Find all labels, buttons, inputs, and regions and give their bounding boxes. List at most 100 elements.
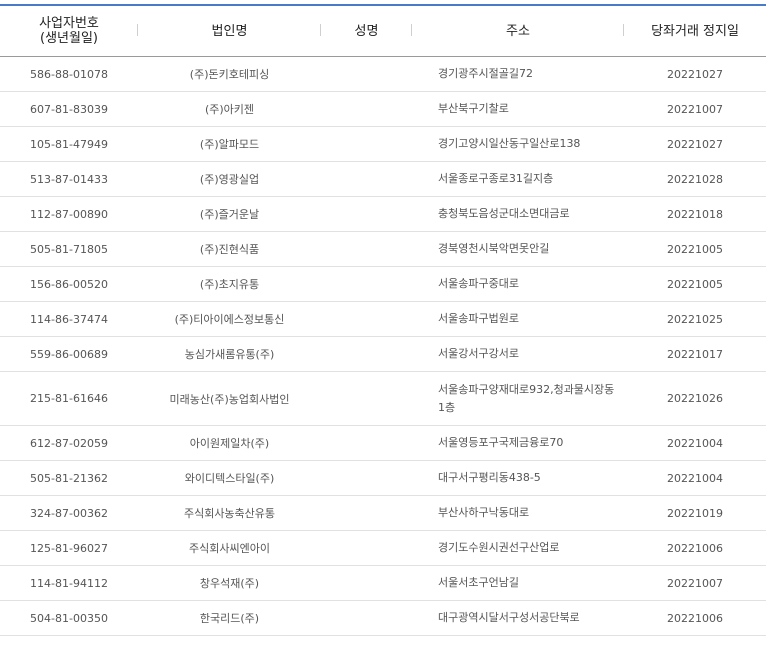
suspension-date-cell: 20221027 xyxy=(624,56,766,92)
bizno-cell-text: 505-81-21362 xyxy=(30,471,108,485)
bizno-cell: 105-81-47949 xyxy=(0,126,138,162)
table-row: 105-81-47949 (주)알파모드 경기고양시일산동구일산로138 202210… xyxy=(0,126,766,162)
suspension-date-cell-text: 20221028 xyxy=(667,172,723,186)
corp-name-cell-text: (주)진현식품 xyxy=(199,243,260,256)
suspension-date-cell-text: 20221027 xyxy=(667,137,723,151)
person-name-cell xyxy=(321,266,412,302)
bizno-cell: 324-87-00362 xyxy=(0,495,138,531)
address-cell: 충청북도음성군대소면대금로 xyxy=(412,196,624,232)
bizno-cell-text: 156-86-00520 xyxy=(30,277,108,291)
address-cell: 경기도수원시권선구산업로 xyxy=(412,530,624,566)
suspension-date-cell-text: 20221005 xyxy=(667,242,723,256)
address-cell-text: 서울서초구언남길 xyxy=(438,576,519,589)
suspension-date-cell: 20221018 xyxy=(624,196,766,232)
table-row: 607-81-83039 (주)아키젠 부산북구기찰로 20221007 xyxy=(0,91,766,127)
suspension-date-cell-text: 20221017 xyxy=(667,347,723,361)
person-name-cell xyxy=(321,460,412,496)
corp-name-cell: 아이원제일차(주) xyxy=(138,425,321,461)
corp-name-cell: 농심가새롬유통(주) xyxy=(138,336,321,372)
suspension-date-cell-text: 20221007 xyxy=(667,576,723,590)
bizno-cell: 215-81-61646 xyxy=(0,371,138,426)
address-cell-text: 부산북구기찰로 xyxy=(438,102,509,115)
table-row: 612-87-02059 아이원제일차(주) 서울영등포구국제금융로70 202210… xyxy=(0,425,766,461)
header-name: 성명 xyxy=(321,6,412,57)
bizno-cell-text: 114-81-94112 xyxy=(30,576,108,590)
person-name-cell xyxy=(321,336,412,372)
header-addr: 주소 xyxy=(412,6,624,57)
address-cell: 경기광주시절골길72 xyxy=(412,56,624,92)
header-bizno-line1: 사업자번호 xyxy=(39,16,99,31)
person-name-cell xyxy=(321,196,412,232)
bizno-cell-text: 504-81-00350 xyxy=(30,611,108,625)
corp-name-cell: (주)진현식품 xyxy=(138,231,321,267)
corp-name-cell: (주)알파모드 xyxy=(138,126,321,162)
person-name-cell xyxy=(321,126,412,162)
bizno-cell: 156-86-00520 xyxy=(0,266,138,302)
suspension-date-cell: 20221026 xyxy=(624,371,766,426)
person-name-cell xyxy=(321,425,412,461)
bizno-cell: 125-81-96027 xyxy=(0,530,138,566)
suspension-table-container: 사업자번호 (생년월일) 법인명 성명 주소 당좌거래 정지일 586-88-0… xyxy=(0,0,766,650)
suspension-date-cell: 20221025 xyxy=(624,301,766,337)
header-date-label: 당좌거래 정지일 xyxy=(651,23,739,39)
bizno-cell: 559-86-00689 xyxy=(0,336,138,372)
bizno-cell-text: 607-81-83039 xyxy=(30,102,108,116)
address-cell: 서울송파구양재대로932,청과물시장동1층 xyxy=(412,371,624,426)
address-cell: 경북영천시북악면못안길 xyxy=(412,231,624,267)
bizno-cell-text: 505-81-71805 xyxy=(30,242,108,256)
corp-name-cell-text: 한국리드(주) xyxy=(199,612,260,625)
suspension-date-cell-text: 20221018 xyxy=(667,207,723,221)
address-cell: 경기고양시일산동구일산로138 xyxy=(412,126,624,162)
corp-name-cell: (주)즐거운날 xyxy=(138,196,321,232)
table-row: 505-81-71805 (주)진현식품 경북영천시북악면못안길 20221005 xyxy=(0,231,766,267)
address-cell: 서울송파구법원로 xyxy=(412,301,624,337)
table-row: 324-87-00362 주식회사농축산유통 부산사하구낙동대로 20221019 xyxy=(0,495,766,531)
corp-name-cell-text: (주)알파모드 xyxy=(199,138,260,151)
corp-name-cell-text: (주)티아이에스정보통신 xyxy=(174,313,285,326)
corp-name-cell-text: (주)즐거운날 xyxy=(199,208,260,221)
address-cell: 서울강서구강서로 xyxy=(412,336,624,372)
table-header-row: 사업자번호 (생년월일) 법인명 성명 주소 당좌거래 정지일 xyxy=(0,6,766,57)
suspension-date-cell-text: 20221019 xyxy=(667,506,723,520)
address-cell-text: 경기고양시일산동구일산로138 xyxy=(438,137,581,150)
address-cell-text: 서울송파구중대로 xyxy=(438,277,519,290)
person-name-cell xyxy=(321,161,412,197)
suspension-date-cell: 20221006 xyxy=(624,530,766,566)
table-row: 215-81-61646 미래농산(주)농업회사법인 서울송파구양재대로932,청과… xyxy=(0,371,766,426)
person-name-cell xyxy=(321,495,412,531)
address-cell: 서울서초구언남길 xyxy=(412,565,624,601)
bizno-cell-text: 559-86-00689 xyxy=(30,347,108,361)
header-bizno-line2: (생년월일) xyxy=(40,31,98,46)
corp-name-cell-text: 아이원제일차(주) xyxy=(189,437,270,450)
address-cell-text: 충청북도음성군대소면대금로 xyxy=(438,207,570,220)
suspension-date-cell: 20221004 xyxy=(624,460,766,496)
table-row: 559-86-00689 농심가새롬유통(주) 서울강서구강서로 20221017 xyxy=(0,336,766,372)
header-bizno: 사업자번호 (생년월일) xyxy=(0,6,138,57)
bizno-cell-text: 513-87-01433 xyxy=(30,172,108,186)
address-cell: 대구서구평리동438-5 xyxy=(412,460,624,496)
suspension-date-cell-text: 20221025 xyxy=(667,312,723,326)
bizno-cell-text: 586-88-01078 xyxy=(30,67,108,81)
suspension-date-cell: 20221017 xyxy=(624,336,766,372)
corp-name-cell: (주)돈키호테피싱 xyxy=(138,56,321,92)
address-cell: 서울송파구중대로 xyxy=(412,266,624,302)
header-addr-label: 주소 xyxy=(506,23,530,39)
person-name-cell xyxy=(321,530,412,566)
address-cell-text: 서울강서구강서로 xyxy=(438,347,519,360)
bizno-cell: 504-81-00350 xyxy=(0,600,138,636)
suspension-date-cell-text: 20221007 xyxy=(667,102,723,116)
suspension-date-cell-text: 20221005 xyxy=(667,277,723,291)
suspension-date-cell: 20221027 xyxy=(624,126,766,162)
address-cell: 부산사하구낙동대로 xyxy=(412,495,624,531)
table-row: 112-87-00890 (주)즐거운날 충청북도음성군대소면대금로 20221018 xyxy=(0,196,766,232)
suspension-date-cell: 20221005 xyxy=(624,231,766,267)
address-cell-text: 경기도수원시권선구산업로 xyxy=(438,541,560,554)
suspension-date-cell-text: 20221004 xyxy=(667,471,723,485)
person-name-cell xyxy=(321,565,412,601)
bizno-cell: 112-87-00890 xyxy=(0,196,138,232)
address-cell: 서울종로구종로31길지층 xyxy=(412,161,624,197)
corp-name-cell-text: 주식회사씨엔아이 xyxy=(189,542,270,555)
address-cell-text: 서울송파구양재대로932,청과물시장동1층 xyxy=(438,382,615,414)
header-corp-label: 법인명 xyxy=(211,23,248,39)
suspension-date-cell: 20221028 xyxy=(624,161,766,197)
